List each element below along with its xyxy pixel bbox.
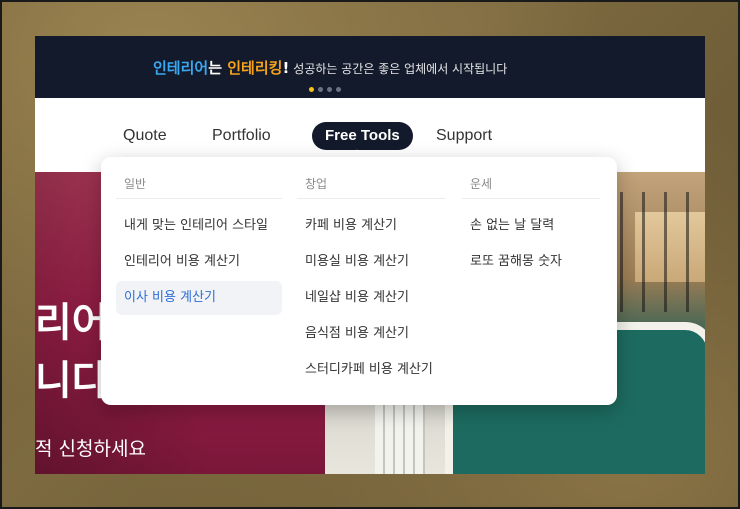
banner-text: 인테리어는 인테리킹! 성공하는 공간은 좋은 업체에서 시작됩니다 xyxy=(153,57,507,78)
nav-item-quote[interactable]: Quote xyxy=(123,122,167,150)
menu-item-interior-style[interactable]: 내게 맞는 인테리어 스타일 xyxy=(116,209,282,243)
banner-tagline: 성공하는 공간은 좋은 업체에서 시작됩니다 xyxy=(293,62,508,76)
carousel-dot-3[interactable] xyxy=(327,87,332,92)
banner-brand-exclaim: ! xyxy=(282,59,290,77)
divider xyxy=(462,198,600,199)
divider xyxy=(116,198,282,199)
menu-item-studycafe-cost[interactable]: 스터디카페 비용 계산기 xyxy=(297,353,447,387)
carousel-dot-2[interactable] xyxy=(318,87,323,92)
top-banner[interactable]: 인테리어는 인테리킹! 성공하는 공간은 좋은 업체에서 시작됩니다 xyxy=(35,36,705,98)
menu-item-lucky-day-calendar[interactable]: 손 없는 날 달력 xyxy=(462,209,602,243)
menu-item-cafe-cost[interactable]: 카페 비용 계산기 xyxy=(297,209,447,243)
menu-item-restaurant-cost[interactable]: 음식점 비용 계산기 xyxy=(297,317,447,351)
carousel-dot-4[interactable] xyxy=(336,87,341,92)
menu-item-nailshop-cost[interactable]: 네일샵 비용 계산기 xyxy=(297,281,447,315)
menu-item-lotto-dream-numbers[interactable]: 로또 꿈해몽 숫자 xyxy=(462,245,602,279)
banner-carousel-dots xyxy=(309,87,341,92)
banner-brand-particle: 는 xyxy=(208,59,228,77)
menu-item-moving-cost[interactable]: 이사 비용 계산기 xyxy=(116,281,282,315)
nav-item-free-tools[interactable]: Free Tools xyxy=(312,122,413,150)
hero-headline-line2: 니다 xyxy=(35,358,109,404)
free-tools-dropdown: 일반 내게 맞는 인테리어 스타일 인테리어 비용 계산기 이사 비용 계산기 … xyxy=(101,157,617,405)
dropdown-heading-general: 일반 xyxy=(124,177,147,191)
hero-cafe-chairs xyxy=(620,192,705,312)
nav-item-support[interactable]: Support xyxy=(436,122,492,150)
dropdown-heading-startup: 창업 xyxy=(305,177,328,191)
browser-screen: 인테리어는 인테리킹! 성공하는 공간은 좋은 업체에서 시작됩니다 리어, 니다… xyxy=(35,36,705,474)
divider xyxy=(297,198,445,199)
menu-item-salon-cost[interactable]: 미용실 비용 계산기 xyxy=(297,245,447,279)
hero-window xyxy=(375,402,425,474)
banner-brand-interior: 인테리어 xyxy=(153,59,209,77)
carousel-dot-1[interactable] xyxy=(309,87,314,92)
banner-brand-king: 인테리킹 xyxy=(227,59,283,77)
nav-item-portfolio[interactable]: Portfolio xyxy=(212,122,271,150)
menu-item-interior-cost[interactable]: 인테리어 비용 계산기 xyxy=(116,245,282,279)
dropdown-heading-fortune: 운세 xyxy=(470,177,493,191)
hero-subtext: 적 신청하세요 xyxy=(35,438,146,460)
